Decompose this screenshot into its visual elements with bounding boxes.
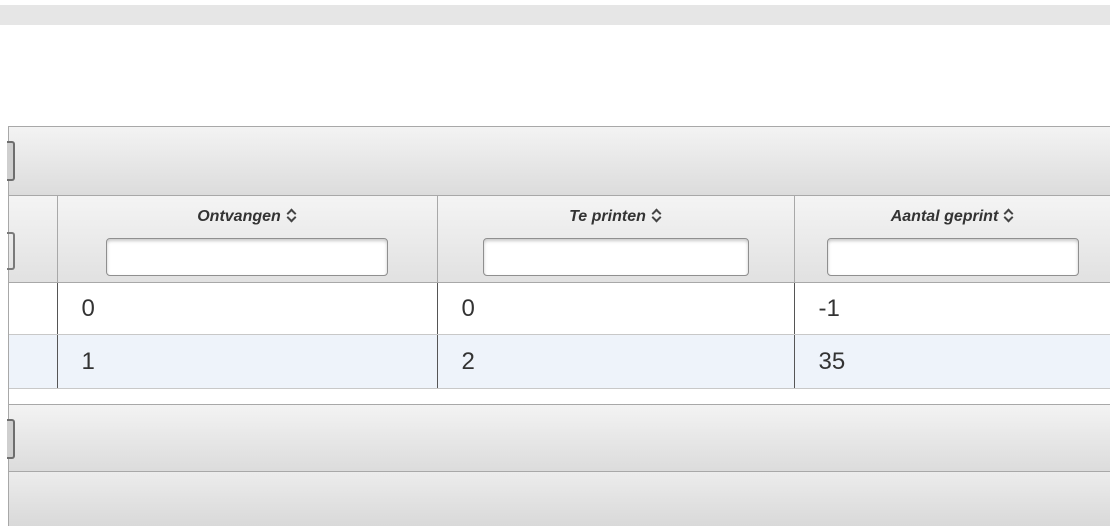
grid-footer-strip xyxy=(9,472,1110,526)
filter-input-ontvangen[interactable] xyxy=(106,238,388,276)
header-control-partial[interactable] xyxy=(7,232,15,270)
column-header-aantal-geprint[interactable]: Aantal geprint xyxy=(794,196,1110,283)
grid-bottom-toolbar xyxy=(7,404,1110,472)
column-title-text: Te printen xyxy=(569,208,646,225)
grid-table: Ontvangen Te printen Aantal geprint 0 0 … xyxy=(7,196,1110,389)
top-scrollbar-strip xyxy=(0,5,1110,25)
row-cell-partial xyxy=(9,282,58,335)
column-title[interactable]: Te printen xyxy=(438,208,794,226)
sort-updown-icon[interactable] xyxy=(652,208,662,222)
cell-te-printen[interactable]: 0 xyxy=(437,282,795,335)
column-header-te-printen[interactable]: Te printen xyxy=(437,196,795,283)
grid-top-toolbar xyxy=(7,126,1110,196)
cell-aantal-geprint[interactable]: 35 xyxy=(794,334,1110,389)
filter-input-aantal-geprint[interactable] xyxy=(826,238,1079,276)
filter-input-te-printen[interactable] xyxy=(482,238,749,276)
header-cell-partial xyxy=(7,196,58,283)
page: Ontvangen Te printen Aantal geprint 0 0 … xyxy=(0,0,1110,526)
header-row: Ontvangen Te printen Aantal geprint xyxy=(7,196,1110,283)
toolbar-button-partial[interactable] xyxy=(7,419,15,459)
toolbar-button-partial[interactable] xyxy=(7,141,15,181)
cell-aantal-geprint[interactable]: -1 xyxy=(794,282,1110,335)
column-header-ontvangen[interactable]: Ontvangen xyxy=(57,196,438,283)
sort-updown-icon[interactable] xyxy=(287,208,297,222)
table-row[interactable]: 1 2 35 xyxy=(9,334,1110,389)
column-title[interactable]: Aantal geprint xyxy=(795,208,1110,226)
column-title-text: Ontvangen xyxy=(197,208,281,225)
sort-updown-icon[interactable] xyxy=(1004,208,1014,222)
column-title-text: Aantal geprint xyxy=(890,208,999,225)
cell-te-printen[interactable]: 2 xyxy=(437,334,795,389)
table-row[interactable]: 0 0 -1 xyxy=(9,282,1110,335)
cell-ontvangen[interactable]: 0 xyxy=(57,282,438,335)
data-grid: Ontvangen Te printen Aantal geprint 0 0 … xyxy=(7,126,1110,526)
column-title[interactable]: Ontvangen xyxy=(58,208,437,226)
cell-ontvangen[interactable]: 1 xyxy=(57,334,438,389)
row-cell-partial xyxy=(9,334,58,389)
